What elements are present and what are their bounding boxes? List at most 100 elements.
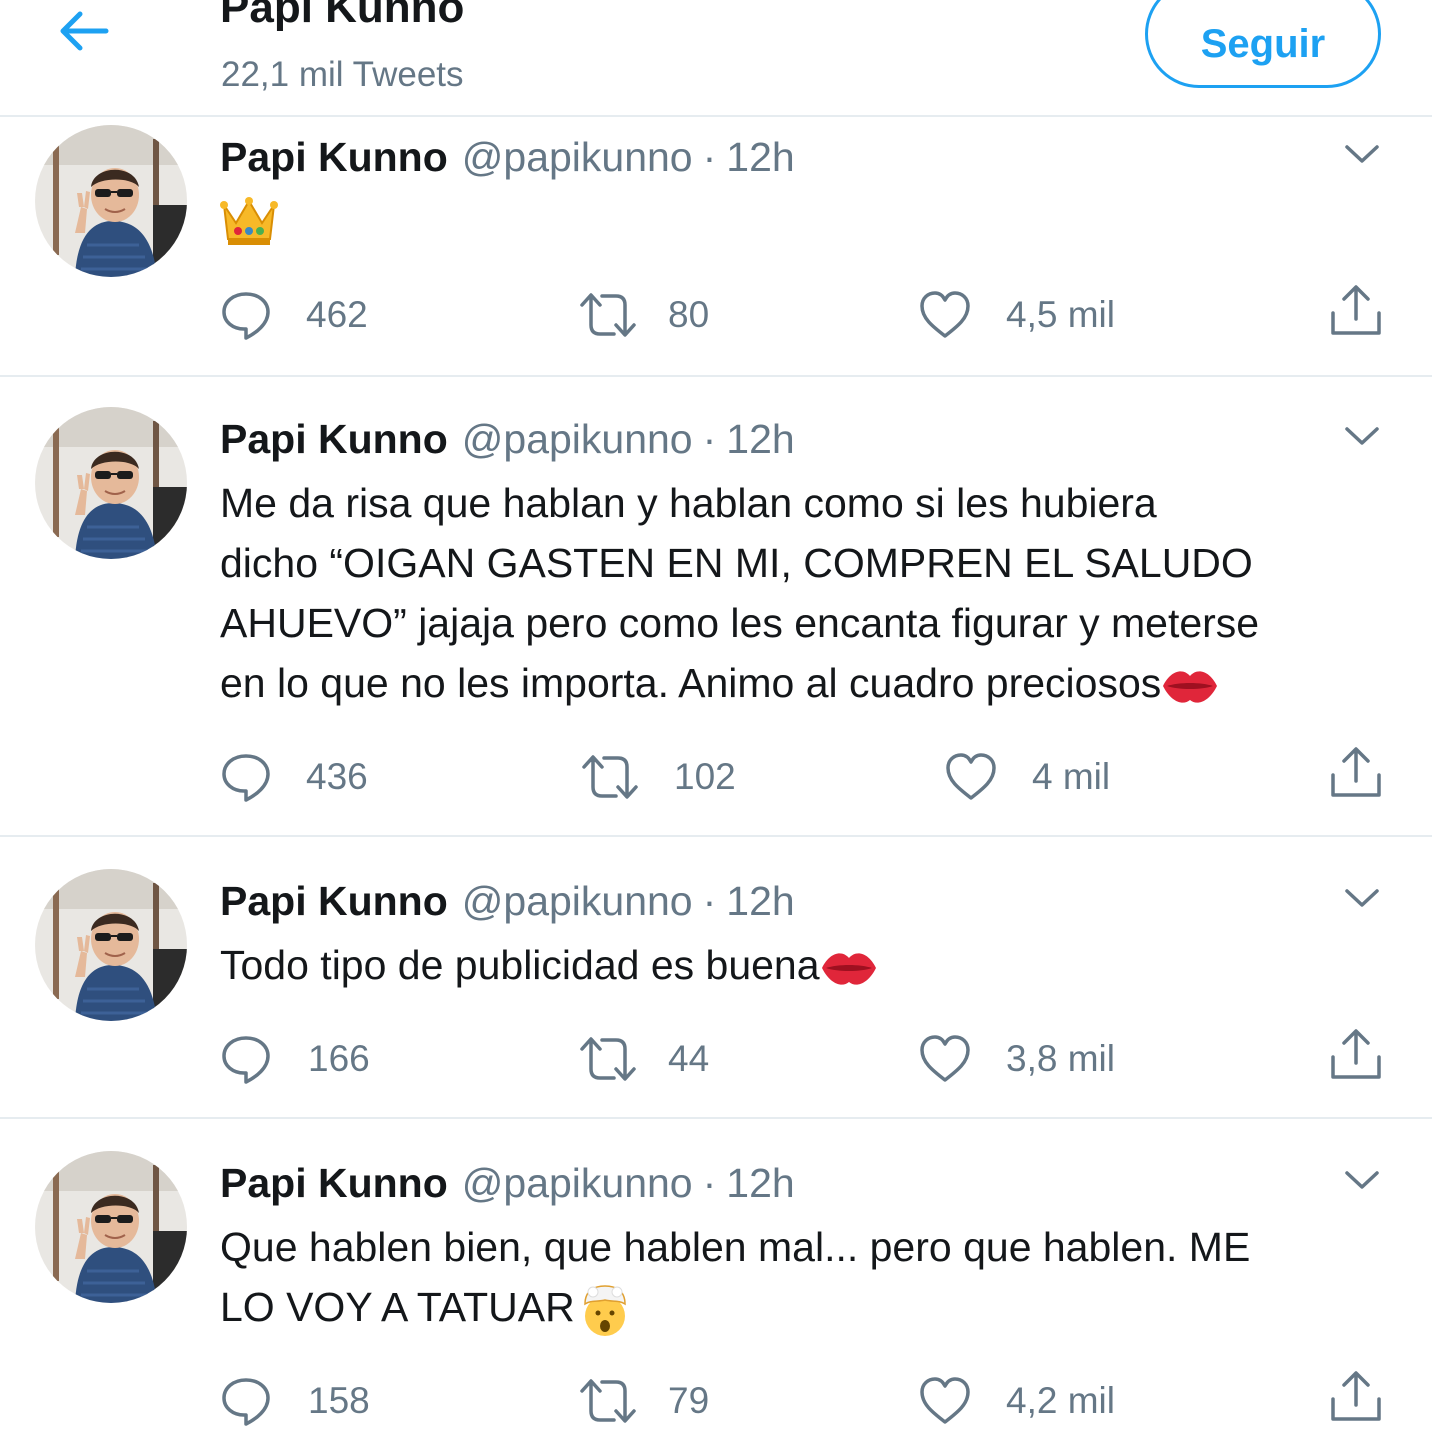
heart-icon: [920, 1035, 970, 1082]
tweet-header: Papi Kunno @papikunno · 12h: [220, 876, 795, 926]
reply-count: 158: [308, 1380, 370, 1421]
crown-emoji-icon: [220, 197, 278, 246]
reply-button[interactable]: 158: [220, 1371, 370, 1431]
share-button[interactable]: [1328, 281, 1384, 341]
heart-icon: [946, 753, 996, 800]
retweet-count: 80: [668, 294, 710, 335]
share-button[interactable]: [1328, 1025, 1384, 1085]
chevron-down-icon: [1345, 145, 1379, 163]
reply-icon: [222, 292, 270, 340]
retweet-button[interactable]: 44: [578, 1029, 709, 1089]
reply-icon: [222, 1378, 270, 1426]
tweet-text-line: Todo tipo de publicidad es buena: [220, 942, 820, 988]
avatar[interactable]: [35, 125, 187, 277]
tweet[interactable]: Papi Kunno @papikunno · 12h Todo tipo de pu…: [0, 837, 1432, 1119]
like-count: 4,2 mil: [1006, 1380, 1115, 1421]
separator-dot: ·: [702, 134, 717, 180]
exploding-head-emoji-icon: [583, 1285, 626, 1337]
share-icon: [1331, 1029, 1381, 1079]
retweet-icon: [582, 755, 638, 799]
share-button[interactable]: [1328, 743, 1384, 803]
chevron-down-icon: [1345, 889, 1379, 907]
tweet-text: Todo tipo de publicidad es buena: [220, 935, 1420, 995]
retweet-count: 79: [668, 1380, 710, 1421]
author-name[interactable]: Papi Kunno: [220, 878, 448, 924]
retweet-button[interactable]: 102: [580, 747, 736, 807]
tweet-time[interactable]: 12h: [726, 878, 794, 924]
tweet-header: Papi Kunno @papikunno · 12h: [220, 132, 795, 182]
like-button[interactable]: 4,5 mil: [918, 285, 1115, 345]
like-button[interactable]: 4,2 mil: [918, 1371, 1115, 1431]
arrow-left-icon: [60, 11, 109, 51]
reply-count: 166: [308, 1038, 370, 1079]
tweet-header: Papi Kunno @papikunno · 12h: [220, 414, 795, 464]
tweet-text: Me da risa que hablan y hablan como si l…: [220, 473, 1420, 713]
retweet-icon: [580, 293, 636, 337]
more-options-button[interactable]: [1340, 1158, 1384, 1202]
tweet-text-line: Me da risa que hablan y hablan como si l…: [220, 480, 1157, 526]
tweet[interactable]: Papi Kunno @papikunno · 12h Que hablen bien…: [0, 1119, 1432, 1440]
avatar[interactable]: [35, 1151, 187, 1303]
separator-dot: ·: [702, 1160, 717, 1206]
reply-icon: [222, 754, 270, 802]
tweet[interactable]: Papi Kunno @papikunno · 12h 462 80 4,5 mil: [0, 117, 1432, 377]
retweet-count: 44: [668, 1038, 710, 1079]
more-options-button[interactable]: [1340, 414, 1384, 458]
kiss-mark-emoji-icon: [821, 953, 876, 985]
author-name[interactable]: Papi Kunno: [220, 134, 448, 180]
chevron-down-icon: [1345, 427, 1379, 445]
retweet-count: 102: [674, 756, 736, 797]
retweet-icon: [580, 1379, 636, 1423]
share-icon: [1331, 1371, 1381, 1421]
like-button[interactable]: 3,8 mil: [918, 1029, 1115, 1089]
more-options-button[interactable]: [1340, 876, 1384, 920]
tweet-text-line: en lo que no les importa. Animo al cuadr…: [220, 660, 1162, 706]
separator-dot: ·: [702, 878, 717, 924]
kiss-mark-emoji-icon: [1163, 671, 1218, 703]
author-name[interactable]: Papi Kunno: [220, 416, 448, 462]
reply-count: 462: [306, 294, 368, 335]
author-name[interactable]: Papi Kunno: [220, 1160, 448, 1206]
like-count: 3,8 mil: [1006, 1038, 1115, 1079]
retweet-button[interactable]: 80: [578, 285, 709, 345]
tweet-header: Papi Kunno @papikunno · 12h: [220, 1158, 795, 1208]
tweet-text-line: dicho “OIGAN GASTEN EN MI, COMPREN EL SA…: [220, 540, 1253, 586]
like-count: 4,5 mil: [1006, 294, 1115, 335]
more-options-button[interactable]: [1340, 132, 1384, 176]
tweet[interactable]: Papi Kunno @papikunno · 12h Me da risa que …: [0, 377, 1432, 837]
tweet-text: Que hablen bien, que hablen mal... pero …: [220, 1217, 1420, 1338]
tweet-text-line: AHUEVO” jajaja pero como les encanta fig…: [220, 600, 1260, 646]
author-handle[interactable]: @papikunno: [462, 134, 693, 180]
tweet-time[interactable]: 12h: [726, 1160, 794, 1206]
avatar[interactable]: [35, 407, 187, 559]
heart-icon: [920, 1377, 970, 1424]
heart-icon: [920, 291, 970, 338]
profile-title: Papi Kunno: [220, 0, 465, 32]
tweet-text-line: LO VOY A TATUAR: [220, 1284, 575, 1330]
tweet-count: 22,1 mil Tweets: [221, 55, 464, 94]
tweet-text-line: Que hablen bien, que hablen mal... pero …: [220, 1224, 1251, 1270]
avatar[interactable]: [35, 869, 187, 1021]
profile-header: Papi Kunno 22,1 mil Tweets Seguir: [0, 0, 1432, 117]
follow-button[interactable]: Seguir: [1145, 0, 1381, 88]
separator-dot: ·: [702, 416, 717, 462]
author-handle[interactable]: @papikunno: [462, 1160, 693, 1206]
reply-button[interactable]: 436: [220, 747, 368, 807]
chevron-down-icon: [1345, 1171, 1379, 1189]
like-button[interactable]: 4 mil: [944, 747, 1110, 807]
back-button[interactable]: [52, 6, 114, 56]
tweet-time[interactable]: 12h: [726, 134, 794, 180]
author-handle[interactable]: @papikunno: [462, 416, 693, 462]
reply-icon: [222, 1036, 270, 1084]
tweet-time[interactable]: 12h: [726, 416, 794, 462]
author-handle[interactable]: @papikunno: [462, 878, 693, 924]
like-count: 4 mil: [1032, 756, 1111, 797]
share-button[interactable]: [1328, 1367, 1384, 1427]
retweet-icon: [580, 1037, 636, 1081]
reply-button[interactable]: 462: [220, 285, 368, 345]
share-icon: [1331, 747, 1381, 797]
reply-button[interactable]: 166: [220, 1029, 370, 1089]
tweet-text: [220, 189, 1420, 249]
retweet-button[interactable]: 79: [578, 1371, 709, 1431]
reply-count: 436: [306, 756, 368, 797]
